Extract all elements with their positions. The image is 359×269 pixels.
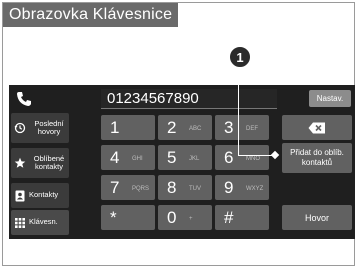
key-letters: ABC [189, 126, 202, 132]
sidebar-item-keypad[interactable]: Klávesn. [11, 210, 69, 235]
key-digit: 2 [167, 118, 177, 137]
key-star[interactable]: * [101, 205, 155, 230]
key-9[interactable]: 9 WXYZ [215, 175, 269, 200]
key-4[interactable]: 4 GHI [101, 145, 155, 170]
sidebar-item-label: Klávesn. [29, 217, 58, 227]
call-button[interactable]: Hovor [282, 205, 352, 230]
key-letters: + [189, 216, 193, 222]
key-7[interactable]: 7 PQRS [101, 175, 155, 200]
star-icon [14, 157, 26, 168]
key-0[interactable]: 0 + [158, 205, 212, 230]
key-digit: 3 [224, 118, 234, 137]
callout-pointer [270, 150, 280, 160]
key-digit: 8 [167, 178, 177, 197]
key-letters: PQRS [132, 186, 150, 192]
add-to-favorites-button[interactable]: Přidat do oblíb. kontaktů [282, 143, 352, 173]
callout-badge: 1 [229, 46, 251, 68]
call-button-label: Hovor [304, 212, 329, 223]
callout-leader-line [238, 68, 239, 85]
sidebar-item-label: Poslední hovory [34, 118, 64, 136]
key-5[interactable]: 5 JKL [158, 145, 212, 170]
key-digit: 0 [167, 208, 177, 227]
key-6[interactable]: 6 MNO [215, 145, 269, 170]
key-letters: GHI [132, 156, 143, 162]
sidebar-item-label: Oblíbené kontakty [33, 153, 65, 171]
backspace-icon [308, 122, 325, 133]
sidebar-item-favorites[interactable]: Oblíbené kontakty [11, 148, 69, 178]
key-digit: # [224, 208, 234, 227]
sidebar: Poslední hovory Oblíbené kontakty Kontak… [9, 85, 71, 239]
key-2[interactable]: 2 ABC [158, 115, 212, 140]
key-1[interactable]: 1 [101, 115, 155, 140]
key-letters: JKL [189, 156, 200, 162]
keypad-screen: Poslední hovory Oblíbené kontakty Kontak… [9, 85, 355, 239]
sidebar-item-recent-calls[interactable]: Poslední hovory [11, 113, 69, 143]
keypad-icon [15, 217, 25, 228]
backspace-button[interactable] [282, 115, 352, 140]
phone-number-display[interactable]: 01234567890 [101, 89, 277, 109]
key-digit: 7 [110, 178, 120, 197]
key-digit: 5 [167, 148, 177, 167]
contacts-icon [15, 190, 25, 201]
key-hash[interactable]: # [215, 205, 269, 230]
key-digit: * [110, 208, 117, 227]
phone-icon [17, 92, 31, 106]
callout-leader-line [238, 85, 239, 156]
key-8[interactable]: 8 TUV [158, 175, 212, 200]
key-letters: WXYZ [246, 186, 264, 192]
key-digit: 1 [110, 118, 120, 137]
history-icon [14, 122, 26, 134]
key-letters: DEF [246, 126, 258, 132]
figure-title: Obrazovka Klávesnice [3, 3, 179, 27]
key-3[interactable]: 3 DEF [215, 115, 269, 140]
key-digit: 4 [110, 148, 120, 167]
key-digit: 9 [224, 178, 234, 197]
key-letters: TUV [189, 186, 201, 192]
sidebar-item-label: Kontakty [29, 190, 59, 200]
add-to-favorites-label: Přidat do oblíb. kontaktů [290, 148, 344, 167]
settings-button[interactable]: Nastav. [309, 90, 351, 107]
callout-leader-line [238, 155, 275, 156]
sidebar-item-contacts[interactable]: Kontakty [11, 183, 69, 208]
key-digit: 6 [224, 148, 234, 167]
